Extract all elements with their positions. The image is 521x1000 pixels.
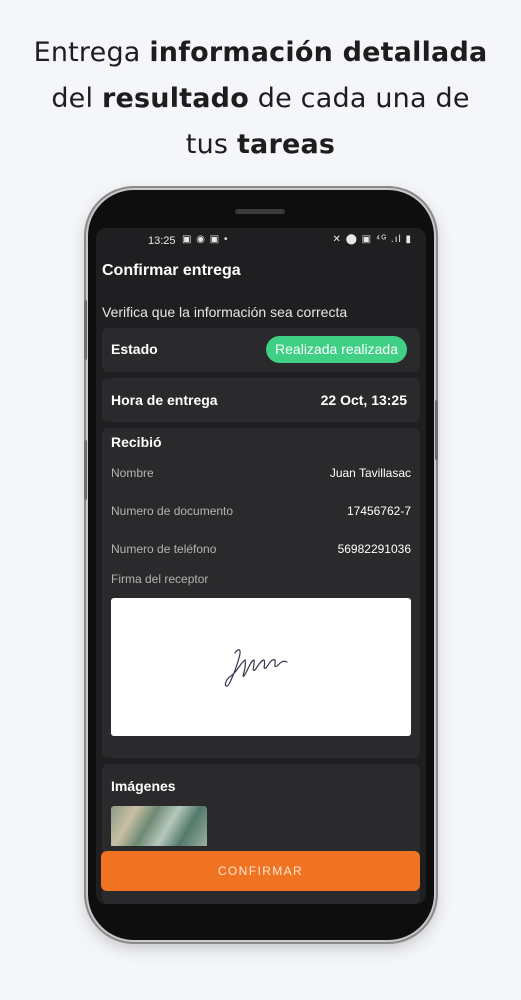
headline-line-3: tus tareas xyxy=(185,129,336,160)
earpiece-speaker xyxy=(235,209,285,214)
firma-label: Firma del receptor xyxy=(111,572,209,586)
imagenes-title: Imágenes xyxy=(111,778,176,794)
hora-label: Hora de entrega xyxy=(111,392,218,408)
status-bar: 13:25 ▣ ◉ ▣ • ✕ ⬤ ▣ ⁴ᴳ .ıl ▮ xyxy=(96,228,426,254)
promo-headline: Entrega información detallada del result… xyxy=(0,30,521,168)
page-subtitle: Verifica que la información sea correcta xyxy=(102,304,348,320)
recibio-title: Recibió xyxy=(111,434,162,450)
image-thumbnail[interactable] xyxy=(111,806,207,846)
confirm-button[interactable]: CONFIRMAR xyxy=(101,851,420,891)
signature-box xyxy=(111,598,411,736)
hora-value: 22 Oct, 13:25 xyxy=(320,392,407,408)
status-time: 13:25 xyxy=(148,235,176,247)
headline-line-1: Entrega información detallada xyxy=(33,37,488,68)
page-title: Confirmar entrega xyxy=(102,262,241,279)
info-row-documento: Numero de documento 17456762-7 xyxy=(111,504,411,518)
app-screen: 13:25 ▣ ◉ ▣ • ✕ ⬤ ▣ ⁴ᴳ .ıl ▮ Confirmar e… xyxy=(96,228,426,904)
hora-card: Hora de entrega 22 Oct, 13:25 xyxy=(102,378,420,422)
headline-line-2: del resultado de cada una de xyxy=(51,83,470,114)
volume-button xyxy=(84,300,87,360)
status-badge: Realizada realizada xyxy=(266,336,407,363)
signature-image xyxy=(224,649,288,687)
estado-card: Estado Realizada realizada xyxy=(102,328,420,372)
phone-frame: 13:25 ▣ ◉ ▣ • ✕ ⬤ ▣ ⁴ᴳ .ıl ▮ Confirmar e… xyxy=(84,190,438,940)
power-button xyxy=(435,400,438,460)
system-icons: ✕ ⬤ ▣ ⁴ᴳ .ıl ▮ xyxy=(332,234,412,245)
recibio-card: Recibió Nombre Juan Tavillasac Numero de… xyxy=(102,428,420,758)
notification-icons: ▣ ◉ ▣ • xyxy=(182,234,229,245)
bixby-button xyxy=(84,440,87,500)
estado-label: Estado xyxy=(111,341,158,357)
info-row-telefono: Numero de teléfono 56982291036 xyxy=(111,542,411,556)
info-row-nombre: Nombre Juan Tavillasac xyxy=(111,466,411,480)
